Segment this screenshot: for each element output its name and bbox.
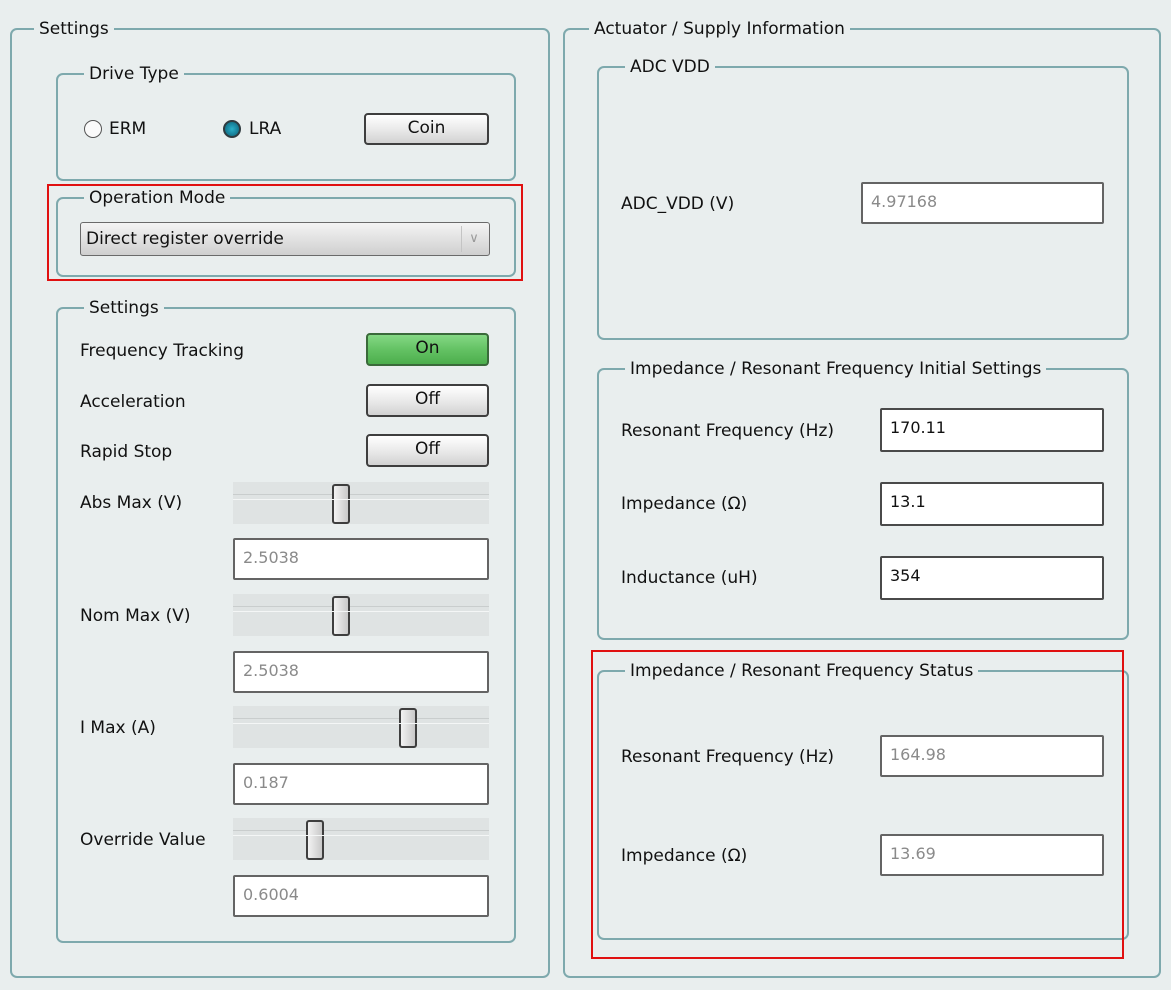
override-value-slider[interactable] xyxy=(233,818,489,860)
inductance-field[interactable]: 354 xyxy=(880,556,1104,600)
acceleration-label: Acceleration xyxy=(80,392,186,412)
erm-label[interactable]: ERM xyxy=(109,118,146,140)
acceleration-toggle[interactable]: Off xyxy=(366,384,489,417)
i-max-slider-thumb[interactable] xyxy=(399,708,417,748)
initial-impedance-field[interactable]: 13.1 xyxy=(880,482,1104,526)
frequency-tracking-label: Frequency Tracking xyxy=(80,341,244,361)
nom-max-slider-thumb[interactable] xyxy=(332,596,350,636)
adc-vdd-label: ADC_VDD (V) xyxy=(621,194,735,214)
adc-vdd-title: ADC VDD xyxy=(625,56,715,78)
actuator-supply-title: Actuator / Supply Information xyxy=(589,18,850,40)
abs-max-slider-thumb[interactable] xyxy=(332,484,350,524)
i-max-label: I Max (A) xyxy=(80,718,156,738)
erm-radio[interactable] xyxy=(84,120,102,138)
nom-max-field[interactable]: 2.5038 xyxy=(233,651,489,693)
nom-max-label: Nom Max (V) xyxy=(80,606,191,626)
initial-resonant-frequency-field[interactable]: 170.11 xyxy=(880,408,1104,452)
abs-max-field[interactable]: 2.5038 xyxy=(233,538,489,580)
initial-settings-title: Impedance / Resonant Frequency Initial S… xyxy=(625,358,1047,380)
i-max-field[interactable]: 0.187 xyxy=(233,763,489,805)
nom-max-slider[interactable] xyxy=(233,594,489,636)
frequency-tracking-toggle[interactable]: On xyxy=(366,333,489,366)
lra-label[interactable]: LRA xyxy=(249,118,281,140)
status-highlight xyxy=(591,650,1124,959)
initial-resonant-frequency-label: Resonant Frequency (Hz) xyxy=(621,421,834,441)
override-value-field[interactable]: 0.6004 xyxy=(233,875,489,917)
lra-radio[interactable] xyxy=(223,120,241,138)
i-max-slider[interactable] xyxy=(233,706,489,748)
rapid-stop-toggle[interactable]: Off xyxy=(366,434,489,467)
abs-max-label: Abs Max (V) xyxy=(80,493,183,513)
override-value-label: Override Value xyxy=(80,830,206,850)
initial-impedance-label: Impedance (Ω) xyxy=(621,494,748,514)
drive-type-title: Drive Type xyxy=(84,63,184,85)
override-value-slider-thumb[interactable] xyxy=(306,820,324,860)
operation-mode-highlight xyxy=(47,184,523,281)
abs-max-slider[interactable] xyxy=(233,482,489,524)
coin-button[interactable]: Coin xyxy=(364,113,489,145)
adc-vdd-field[interactable]: 4.97168 xyxy=(861,182,1104,224)
settings-panel-title: Settings xyxy=(34,18,114,40)
rapid-stop-label: Rapid Stop xyxy=(80,442,173,462)
inductance-label: Inductance (uH) xyxy=(621,568,758,588)
settings-group-title: Settings xyxy=(84,297,164,319)
